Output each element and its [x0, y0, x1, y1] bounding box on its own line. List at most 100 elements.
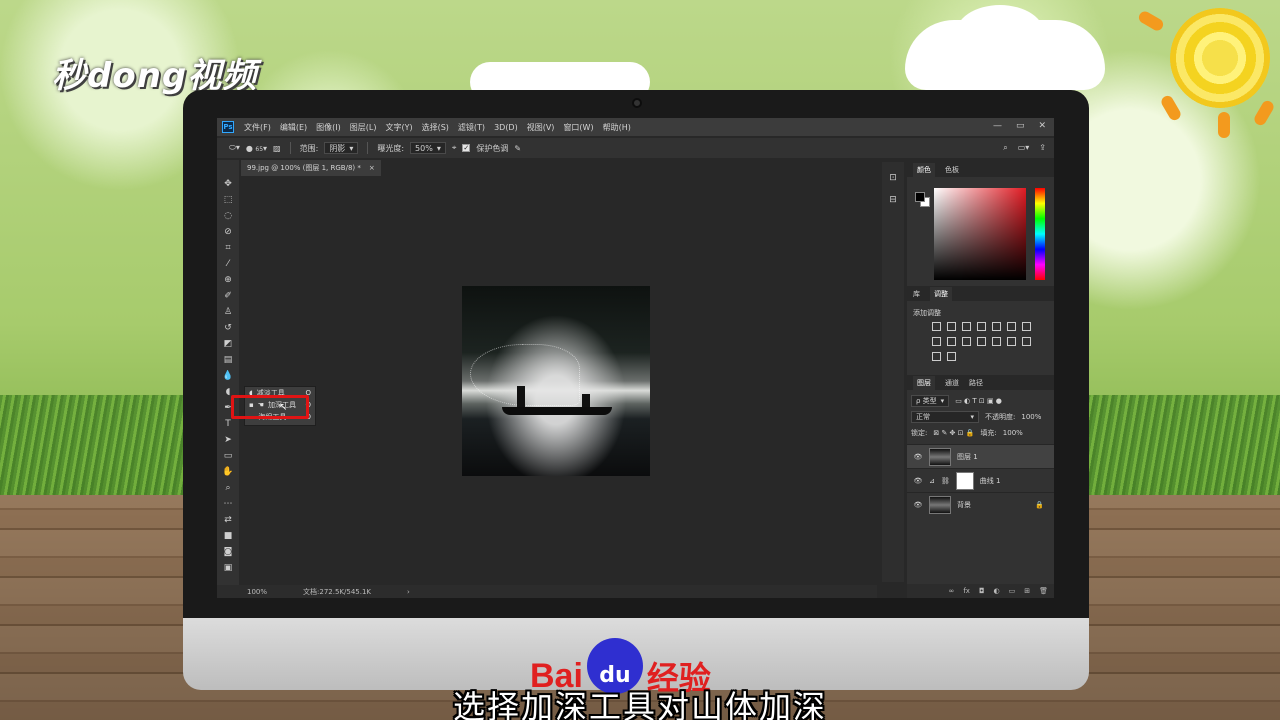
layer-filter-dropdown[interactable]: ρ 类型 ▾: [911, 394, 950, 407]
airbrush-icon[interactable]: ⌖: [452, 143, 457, 153]
history-brush-tool-icon[interactable]: ↺: [221, 322, 235, 334]
marquee-tool-icon[interactable]: ⬚: [221, 194, 235, 206]
rectangle-tool-icon[interactable]: ▭: [221, 450, 235, 462]
lasso-tool-icon[interactable]: ◌: [221, 210, 235, 222]
add-mask-icon[interactable]: ◘: [979, 587, 985, 595]
foreground-color-swatch[interactable]: [915, 192, 925, 202]
opacity-value[interactable]: 100%: [1021, 413, 1041, 421]
swap-colors-icon[interactable]: ⇄: [221, 514, 235, 526]
link-layers-icon[interactable]: ∞: [949, 587, 955, 595]
pressure-icon[interactable]: ✎: [514, 144, 521, 153]
menu-layer[interactable]: 图层(L): [350, 122, 377, 133]
blend-mode-dropdown[interactable]: 正常 ▾: [911, 410, 979, 423]
search-icon[interactable]: ⌕: [1003, 143, 1007, 153]
menu-type[interactable]: 文字(Y): [385, 122, 412, 133]
move-tool-icon[interactable]: ✥: [221, 178, 235, 190]
gradient-tool-icon[interactable]: ▤: [221, 354, 235, 366]
menu-file[interactable]: 文件(F): [244, 122, 271, 133]
invert-icon[interactable]: [992, 337, 1001, 346]
color-balance-icon[interactable]: [1022, 322, 1031, 331]
hue-saturation-icon[interactable]: [1007, 322, 1016, 331]
brush-settings-icon[interactable]: ▨: [273, 144, 281, 153]
posterize-icon[interactable]: [1007, 337, 1016, 346]
zoom-tool-icon[interactable]: ⌕: [221, 482, 235, 494]
zoom-level[interactable]: 100%: [247, 588, 267, 596]
close-button[interactable]: ✕: [1038, 121, 1046, 131]
history-panel-icon[interactable]: ⊡: [886, 172, 900, 184]
menu-select[interactable]: 选择(S): [422, 122, 449, 133]
eraser-tool-icon[interactable]: ◩: [221, 338, 235, 350]
tab-adjustments[interactable]: 调整: [930, 286, 952, 301]
new-group-icon[interactable]: ▭: [1009, 587, 1016, 595]
type-tool-icon[interactable]: T: [221, 418, 235, 430]
brush-tool-icon[interactable]: ✐: [221, 290, 235, 302]
menu-window[interactable]: 窗口(W): [563, 122, 593, 133]
quick-mask-icon[interactable]: ◙: [221, 546, 235, 558]
screen-mode-icon[interactable]: ▣: [221, 562, 235, 574]
tab-color[interactable]: 颜色: [913, 162, 935, 177]
new-adjustment-icon[interactable]: ◐: [994, 587, 1000, 595]
levels-icon[interactable]: [947, 322, 956, 331]
menu-image[interactable]: 图像(I): [316, 122, 341, 133]
healing-brush-tool-icon[interactable]: ⊕: [221, 274, 235, 286]
eye-icon[interactable]: 👁: [913, 501, 923, 509]
path-select-tool-icon[interactable]: ➤: [221, 434, 235, 446]
color-picker-field[interactable]: [934, 188, 1026, 280]
clone-stamp-tool-icon[interactable]: ♙: [221, 306, 235, 318]
menu-3d[interactable]: 3D(D): [494, 123, 518, 132]
menu-help[interactable]: 帮助(H): [603, 122, 631, 133]
document-tab[interactable]: 99.jpg @ 100% (图层 1, RGB/8) * ×: [241, 160, 381, 176]
channel-mixer-icon[interactable]: [962, 337, 971, 346]
tab-swatches[interactable]: 色板: [945, 165, 959, 175]
share-icon[interactable]: ⇪: [1039, 143, 1046, 153]
tab-paths[interactable]: 路径: [969, 378, 983, 388]
eye-icon[interactable]: 👁: [913, 477, 923, 485]
layer-row[interactable]: 👁 图层 1: [907, 444, 1054, 468]
eyedropper-tool-icon[interactable]: ⁄: [221, 258, 235, 270]
vibrance-icon[interactable]: [992, 322, 1001, 331]
range-dropdown[interactable]: 阴影 ▾: [324, 142, 359, 154]
crop-tool-icon[interactable]: ⌗: [221, 242, 235, 254]
eye-icon[interactable]: 👁: [913, 453, 923, 461]
document-image[interactable]: [462, 286, 650, 476]
threshold-icon[interactable]: [1022, 337, 1031, 346]
menu-view[interactable]: 视图(V): [527, 122, 555, 133]
menu-filter[interactable]: 滤镜(T): [458, 122, 485, 133]
filter-icons[interactable]: ▭ ◐ T ⊡ ▣ ●: [955, 397, 1002, 405]
properties-panel-icon[interactable]: ⊟: [886, 194, 900, 206]
close-tab-icon[interactable]: ×: [369, 164, 375, 172]
photo-filter-icon[interactable]: [947, 337, 956, 346]
tab-libraries[interactable]: 库: [913, 289, 920, 299]
blur-tool-icon[interactable]: 💧: [221, 370, 235, 382]
brightness-icon[interactable]: [932, 322, 941, 331]
protect-tones-checkbox[interactable]: ✓: [462, 144, 471, 152]
status-arrow-icon[interactable]: ›: [407, 588, 410, 596]
gradient-map-icon[interactable]: [932, 352, 941, 361]
tab-channels[interactable]: 通道: [945, 378, 959, 388]
workspace-icon[interactable]: ▭▾: [1018, 143, 1030, 153]
lock-icons[interactable]: ⊠ ✎ ✥ ⊡ 🔒: [933, 429, 974, 437]
tab-layers[interactable]: 图层: [913, 375, 935, 390]
menu-edit[interactable]: 编辑(E): [280, 122, 307, 133]
hue-slider[interactable]: [1035, 188, 1045, 280]
new-layer-icon[interactable]: ⊞: [1024, 587, 1030, 595]
selective-color-icon[interactable]: [947, 352, 956, 361]
quick-select-tool-icon[interactable]: ⊘: [221, 226, 235, 238]
fill-value[interactable]: 100%: [1003, 429, 1023, 437]
fg-bg-color-swatch[interactable]: ■: [221, 530, 235, 542]
burn-tool-preset-icon[interactable]: ⬭▾: [229, 143, 240, 153]
brush-preset-picker[interactable]: ● 65▾: [246, 144, 267, 153]
trash-icon[interactable]: 🗑: [1039, 587, 1048, 595]
layer-row[interactable]: 👁 背景 🔒: [907, 492, 1054, 516]
more-tools-icon[interactable]: ⋯: [221, 498, 235, 510]
exposure-icon[interactable]: [977, 322, 986, 331]
minimize-button[interactable]: —: [993, 121, 1002, 131]
layer-style-icon[interactable]: fx: [963, 587, 970, 595]
hand-tool-icon[interactable]: ✋: [221, 466, 235, 478]
restore-button[interactable]: ▭: [1016, 121, 1025, 131]
black-white-icon[interactable]: [932, 337, 941, 346]
exposure-field[interactable]: 50% ▾: [410, 142, 446, 154]
curves-icon[interactable]: [962, 322, 971, 331]
layer-row[interactable]: 👁 ⊿ ⛓ 曲线 1: [907, 468, 1054, 492]
color-lookup-icon[interactable]: [977, 337, 986, 346]
